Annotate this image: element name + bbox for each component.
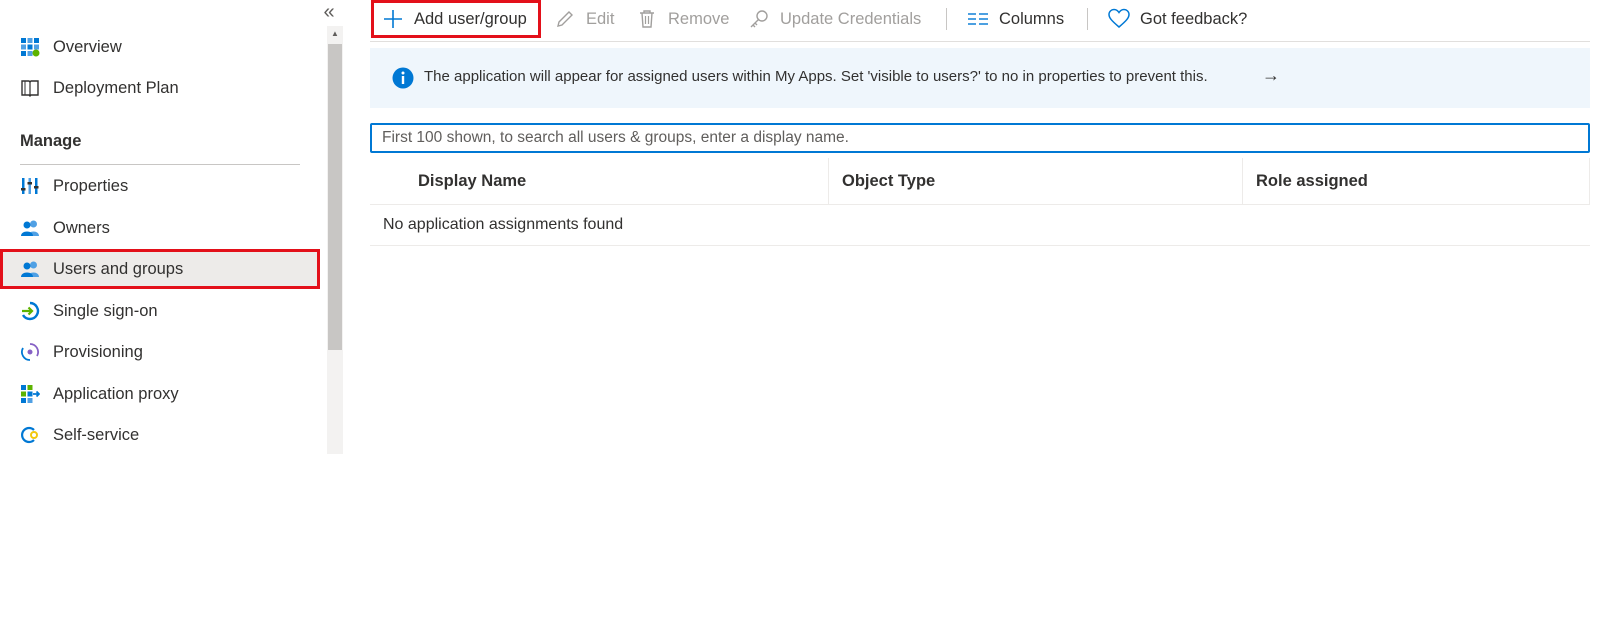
column-resize-handle[interactable] bbox=[1589, 158, 1590, 204]
section-divider bbox=[20, 164, 300, 165]
remove-label: Remove bbox=[668, 9, 730, 28]
users-icon bbox=[21, 261, 39, 277]
column-header-display-name[interactable]: Display Name bbox=[418, 158, 526, 204]
info-banner: The application will appear for assigned… bbox=[370, 48, 1590, 108]
sidebar-item-label: Overview bbox=[53, 38, 122, 56]
sidebar-item-label: Application proxy bbox=[53, 385, 179, 403]
sidebar-item-label: Properties bbox=[53, 177, 129, 195]
sidebar-item-properties[interactable]: Properties bbox=[0, 166, 320, 206]
sso-icon bbox=[21, 301, 40, 321]
info-banner-message: The application will appear for assigned… bbox=[424, 68, 1208, 85]
empty-state-message: No application assignments found bbox=[383, 216, 624, 233]
sidebar: Overview Deployment Plan Manage Properti… bbox=[0, 0, 320, 454]
heart-icon bbox=[1108, 8, 1130, 28]
add-user-group-button[interactable]: Add user/group bbox=[382, 0, 527, 38]
sidebar-item-label: Single sign-on bbox=[53, 302, 158, 320]
columns-icon bbox=[968, 13, 988, 25]
column-resize-handle[interactable] bbox=[828, 158, 829, 204]
info-icon bbox=[392, 67, 414, 89]
column-resize-handle[interactable] bbox=[1242, 158, 1243, 204]
feedback-button[interactable]: Got feedback? bbox=[1108, 0, 1247, 38]
update-credentials-label: Update Credentials bbox=[780, 9, 922, 28]
toolbar-divider-line bbox=[370, 41, 1590, 42]
self-service-icon bbox=[21, 426, 38, 444]
pencil-icon bbox=[557, 11, 573, 27]
sidebar-item-users-and-groups[interactable]: Users and groups bbox=[0, 249, 320, 289]
sidebar-item-label: Owners bbox=[53, 219, 110, 237]
sidebar-item-label: Self-service bbox=[53, 426, 140, 444]
provisioning-icon bbox=[21, 343, 39, 361]
toolbar-divider bbox=[1087, 8, 1088, 30]
sidebar-item-owners[interactable]: Owners bbox=[0, 208, 320, 248]
sidebar-item-label: Provisioning bbox=[53, 343, 143, 361]
book-icon bbox=[21, 80, 39, 97]
scroll-up-icon[interactable]: ▲ bbox=[327, 28, 343, 40]
sidebar-scrollbar[interactable]: ▲ bbox=[327, 26, 343, 454]
sidebar-item-single-sign-on[interactable]: Single sign-on bbox=[0, 291, 320, 331]
arrow-right-icon[interactable]: → bbox=[1262, 65, 1280, 86]
sidebar-item-application-proxy[interactable]: Application proxy bbox=[0, 374, 320, 414]
add-user-group-label: Add user/group bbox=[414, 9, 527, 28]
remove-button[interactable]: Remove bbox=[636, 0, 729, 38]
table-empty-row: No application assignments found bbox=[370, 205, 1590, 246]
column-header-role-assigned[interactable]: Role assigned bbox=[1256, 158, 1368, 204]
columns-button[interactable]: Columns bbox=[967, 0, 1064, 38]
sidebar-item-self-service[interactable]: Self-service bbox=[0, 415, 320, 455]
table-header: Display Name Object Type Role assigned bbox=[370, 158, 1590, 205]
trash-icon bbox=[640, 10, 654, 28]
key-icon bbox=[750, 10, 768, 28]
column-header-object-type[interactable]: Object Type bbox=[842, 158, 935, 204]
plus-icon bbox=[384, 10, 402, 28]
properties-icon bbox=[21, 178, 39, 194]
toolbar-divider bbox=[946, 8, 947, 30]
columns-label: Columns bbox=[999, 9, 1065, 28]
sidebar-item-provisioning[interactable]: Provisioning bbox=[0, 332, 320, 372]
collapse-sidebar-icon[interactable]: « bbox=[318, 2, 340, 24]
sidebar-item-deployment-plan[interactable]: Deployment Plan bbox=[0, 68, 320, 108]
owners-icon bbox=[21, 220, 39, 236]
sidebar-item-label: Users and groups bbox=[53, 260, 184, 278]
search-input[interactable] bbox=[370, 123, 1590, 153]
sidebar-item-label: Deployment Plan bbox=[53, 79, 179, 97]
section-title-manage: Manage bbox=[20, 132, 82, 150]
update-credentials-button[interactable]: Update Credentials bbox=[748, 0, 921, 38]
grid-icon bbox=[21, 38, 40, 57]
edit-button[interactable]: Edit bbox=[554, 0, 614, 38]
scrollbar-thumb[interactable] bbox=[328, 44, 342, 350]
sidebar-item-overview[interactable]: Overview bbox=[0, 27, 320, 67]
app-proxy-icon bbox=[21, 385, 40, 403]
edit-label: Edit bbox=[586, 9, 615, 28]
feedback-label: Got feedback? bbox=[1140, 9, 1248, 28]
